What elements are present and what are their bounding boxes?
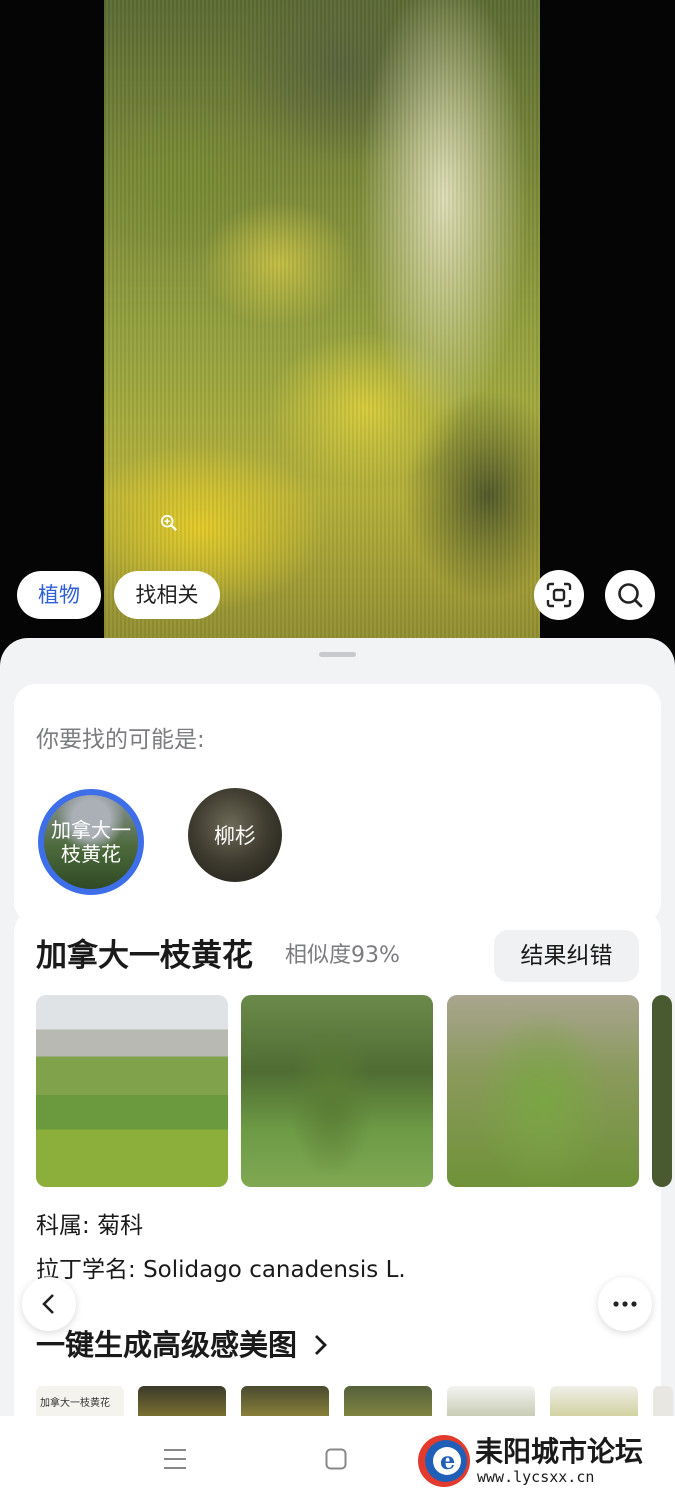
family-row: 科属: 菊科 [36,1206,143,1240]
plant-name: 加拿大一枝黄花 [36,938,253,974]
plant-photo-thumbnail[interactable] [652,995,672,1187]
site-watermark: e 耒阳城市论坛 www.lycsxx.cn [418,1435,643,1487]
report-error-button[interactable]: 结果纠错 [494,930,639,982]
more-dots-icon [613,1301,637,1307]
zoom-icon [160,514,177,531]
scan-button[interactable] [534,570,584,620]
camera-preview [0,0,675,660]
candidate-label: 加拿大一 枝黄花 [51,818,131,866]
plant-photo-thumbnail[interactable] [241,995,433,1187]
similarity-score: 相似度93% [285,943,400,968]
tab-plant[interactable]: 植物 [17,571,101,619]
latin-name-row: 拉丁学名: Solidago canadensis L. [36,1250,406,1284]
menu-icon[interactable] [163,1448,187,1470]
family-label: 科属: [36,1213,90,1239]
candidate-cryptomeria[interactable]: 柳杉 [188,788,282,882]
chevron-right-icon [315,1335,328,1355]
family-value: 菊科 [97,1213,144,1239]
scan-frame-icon [546,582,572,608]
plant-photo-thumbnail[interactable] [447,995,639,1187]
suggestion-title: 你要找的可能是: [36,727,205,753]
home-icon[interactable] [325,1448,347,1470]
result-card: 加拿大一枝黄花 相似度93% 结果纠错 科属: 菊科 拉丁学名: Solidag… [14,910,673,1500]
back-button[interactable] [22,1277,76,1331]
watermark-name: 耒阳城市论坛 [475,1435,643,1468]
plant-photo-thumbnail[interactable] [36,995,228,1187]
chevron-left-icon [42,1294,54,1314]
more-button[interactable] [598,1277,652,1331]
candidate-canadian-goldenrod[interactable]: 加拿大一 枝黄花 [38,789,144,895]
candidate-label: 柳杉 [214,824,256,848]
captured-photo[interactable] [104,0,540,660]
watermark-url: www.lycsxx.cn [477,1468,594,1486]
tab-find-related[interactable]: 找相关 [114,571,220,619]
svg-text:e: e [440,1446,455,1475]
suggestion-card: 你要找的可能是: 加拿大一 枝黄花 柳杉 [14,684,661,934]
search-button[interactable] [605,570,655,620]
result-sheet: 你要找的可能是: 加拿大一 枝黄花 柳杉 加拿大一枝黄花 相似度93% 结果纠错… [0,638,675,1500]
generate-beauty-image-link[interactable]: 一键生成高级感美图 [36,1322,329,1364]
latin-value: Solidago canadensis L. [143,1257,406,1283]
sheet-drag-handle[interactable] [319,652,356,657]
search-icon [618,583,643,608]
